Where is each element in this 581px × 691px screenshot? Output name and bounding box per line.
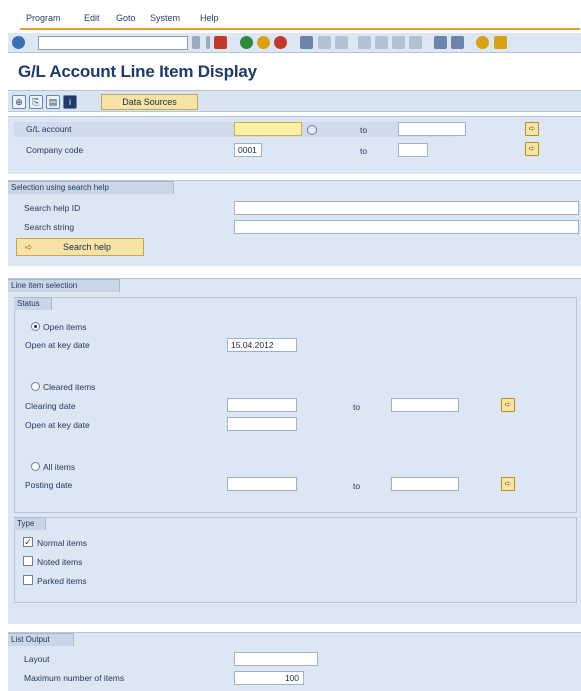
cancel-icon[interactable] xyxy=(274,36,287,49)
help-icon[interactable] xyxy=(476,36,489,49)
menu-separator-line xyxy=(20,28,580,30)
noted-items-label: Noted items xyxy=(37,557,83,567)
gl-account-multiple-selection-button[interactable]: ➪ xyxy=(525,122,539,136)
gl-account-to-input[interactable] xyxy=(398,122,466,136)
normal-items-checkbox[interactable]: ✓ xyxy=(23,537,33,547)
shortcut-icon[interactable] xyxy=(451,36,464,49)
menu-help[interactable]: Help xyxy=(200,13,219,23)
gl-account-selection-panel: G/L account to ➪ Company code 0001 to ➪ xyxy=(8,116,581,174)
line-item-selection-panel: Line item selection Status Open items Op… xyxy=(8,278,581,624)
first-page-icon[interactable] xyxy=(358,36,371,49)
gl-account-label: G/L account xyxy=(26,124,72,134)
previous-page-icon[interactable] xyxy=(375,36,388,49)
posting-date-multiple-selection-button[interactable]: ➪ xyxy=(501,477,515,491)
clearing-date-to-input[interactable] xyxy=(391,398,459,412)
list-output-panel: List Output Layout Maximum number of ite… xyxy=(8,632,581,691)
cleared-open-at-key-date-input[interactable] xyxy=(227,417,297,431)
company-code-label: Company code xyxy=(26,145,84,155)
layout-label: Layout xyxy=(24,654,50,664)
company-code-to-input[interactable] xyxy=(398,143,428,157)
all-items-radio[interactable] xyxy=(31,462,40,471)
execute-icon[interactable]: ⊕ xyxy=(12,95,26,109)
menu-program[interactable]: Program xyxy=(26,13,61,23)
toolbar-separator-icon xyxy=(206,36,210,49)
noted-items-checkbox[interactable] xyxy=(23,556,33,566)
selection-options-icon[interactable]: ▤ xyxy=(46,95,60,109)
search-string-input[interactable] xyxy=(234,220,579,234)
cleared-items-radio[interactable] xyxy=(31,382,40,391)
enter-icon[interactable] xyxy=(12,36,25,49)
menu-edit[interactable]: Edit xyxy=(84,13,100,23)
command-field[interactable] xyxy=(38,36,188,50)
layout-input[interactable] xyxy=(234,652,318,666)
search-string-label: Search string xyxy=(24,222,75,232)
print-icon[interactable] xyxy=(300,36,313,49)
system-toolbar xyxy=(8,33,581,53)
cleared-items-label: Cleared items xyxy=(43,382,96,392)
find-icon[interactable] xyxy=(318,36,331,49)
gl-account-from-input[interactable] xyxy=(234,122,302,136)
search-help-id-input[interactable] xyxy=(234,201,579,215)
all-items-label: All items xyxy=(43,462,76,472)
exit-icon[interactable] xyxy=(257,36,270,49)
type-frame: Type ✓ Normal items Noted items Parked i… xyxy=(14,517,577,603)
back-icon[interactable] xyxy=(240,36,253,49)
arrow-right-icon: ➪ xyxy=(25,242,33,252)
search-help-button[interactable]: ➪ Search help xyxy=(16,238,144,256)
info-icon[interactable]: i xyxy=(63,95,77,109)
get-variant-icon[interactable]: ⎘ xyxy=(29,95,43,109)
parked-items-checkbox[interactable] xyxy=(23,575,33,585)
multiple-selection-icon[interactable] xyxy=(307,125,317,135)
line-item-group-header: Line item selection xyxy=(8,279,120,292)
new-session-icon[interactable] xyxy=(434,36,447,49)
list-output-header: List Output xyxy=(8,633,74,646)
command-dropdown-icon[interactable] xyxy=(192,36,200,49)
application-toolbar: ⊕ ⎘ ▤ i Data Sources xyxy=(8,90,581,112)
open-items-label: Open items xyxy=(43,322,87,332)
max-items-label: Maximum number of items xyxy=(24,673,125,683)
save-icon[interactable] xyxy=(214,36,227,49)
last-page-icon[interactable] xyxy=(409,36,422,49)
status-frame: Status Open items Open at key date 15.04… xyxy=(14,297,577,513)
normal-items-label: Normal items xyxy=(37,538,88,548)
posting-date-label: Posting date xyxy=(25,480,73,490)
search-help-id-label: Search help ID xyxy=(24,203,81,213)
status-header: Status xyxy=(14,297,52,310)
search-help-group-header: Selection using search help xyxy=(8,181,174,194)
find-next-icon[interactable] xyxy=(335,36,348,49)
open-at-key-date-label: Open at key date xyxy=(25,340,90,350)
menu-goto[interactable]: Goto xyxy=(116,13,136,23)
page-title: G/L Account Line Item Display xyxy=(18,62,257,81)
clearing-date-to-label: to xyxy=(353,402,361,412)
gl-account-to-label: to xyxy=(360,125,368,135)
open-at-key-date-input[interactable]: 15.04.2012 xyxy=(227,338,297,352)
menu-system[interactable]: System xyxy=(150,13,180,23)
layout-menu-icon[interactable] xyxy=(494,36,507,49)
next-page-icon[interactable] xyxy=(392,36,405,49)
posting-date-from-input[interactable] xyxy=(227,477,297,491)
cleared-open-at-key-date-label: Open at key date xyxy=(25,420,90,430)
company-code-to-label: to xyxy=(360,146,368,156)
clearing-date-multiple-selection-button[interactable]: ➪ xyxy=(501,398,515,412)
open-items-radio[interactable] xyxy=(31,322,40,331)
menu-bar: Program Edit Goto System Help xyxy=(0,0,581,30)
data-sources-button[interactable]: Data Sources xyxy=(101,94,198,110)
parked-items-label: Parked items xyxy=(37,576,87,586)
type-header: Type xyxy=(14,517,46,530)
company-code-from-input[interactable]: 0001 xyxy=(234,143,262,157)
company-code-multiple-selection-button[interactable]: ➪ xyxy=(525,142,539,156)
max-items-input[interactable]: 100 xyxy=(234,671,304,685)
clearing-date-label: Clearing date xyxy=(25,401,76,411)
posting-date-to-input[interactable] xyxy=(391,477,459,491)
posting-date-to-label: to xyxy=(353,481,361,491)
clearing-date-from-input[interactable] xyxy=(227,398,297,412)
